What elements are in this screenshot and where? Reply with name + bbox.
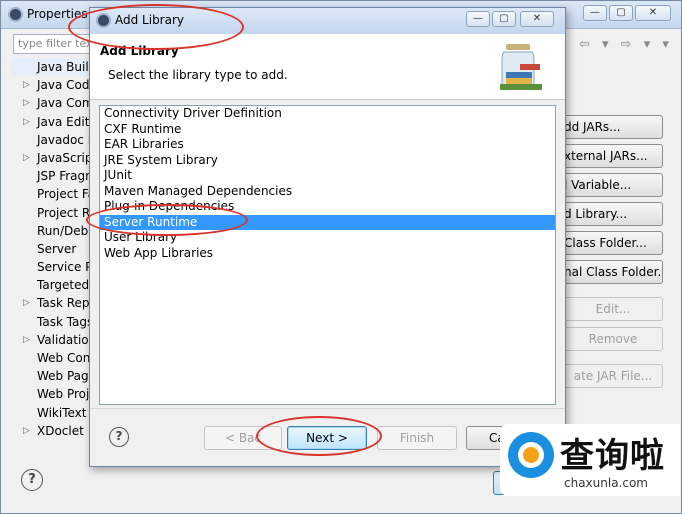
tree-item[interactable]: ▷ XDoclet	[11, 422, 91, 440]
expand-arrow-icon[interactable]: ▷	[23, 76, 30, 94]
tree-item-label: XDoclet	[37, 423, 84, 438]
library-jar-icon	[500, 44, 542, 90]
side-button[interactable]: l Variable...	[563, 173, 663, 197]
dialog-help-icon[interactable]: ?	[109, 427, 129, 447]
tree-item-label: JSP Fragm	[37, 169, 91, 184]
annotation-ring-title	[68, 4, 244, 50]
library-list-item[interactable]: CXF Runtime	[100, 122, 555, 138]
tree-item-label: WikiText	[37, 405, 87, 420]
tree-item-label: Service Po	[37, 260, 91, 275]
library-list-item[interactable]: JRE System Library	[100, 153, 555, 169]
side-button[interactable]: xternal JARs...	[563, 144, 663, 168]
library-list-item[interactable]: EAR Libraries	[100, 137, 555, 153]
tree-item-label: Java Code	[37, 78, 91, 93]
side-button[interactable]: Edit...	[563, 297, 663, 321]
properties-tree: Java Build ▷ Java Code ▷ Java Comp ▷ Java Edit…	[11, 58, 91, 440]
tree-item[interactable]: Java Build	[11, 58, 91, 77]
tree-item-label: Web Page	[37, 369, 91, 384]
expand-arrow-icon[interactable]: ▷	[23, 294, 30, 312]
tree-item[interactable]: Web Proje	[11, 385, 91, 403]
tree-item-label: Server	[37, 241, 77, 256]
maximize-icon[interactable]: ▢	[609, 5, 633, 21]
header-subtitle: Select the library type to add.	[108, 68, 288, 82]
nav-history-icons[interactable]: ⇦ ▾ ⇨ ▾ ▾	[579, 37, 673, 52]
tree-item[interactable]: JSP Fragm	[11, 167, 91, 185]
expand-arrow-icon[interactable]: ▷	[23, 331, 30, 349]
tree-item[interactable]: ▷ Validation	[11, 331, 91, 349]
library-list-item[interactable]: Maven Managed Dependencies	[100, 184, 555, 200]
tree-item[interactable]: Task Tags	[11, 313, 91, 331]
watermark: 查询啦 chaxunla.com	[500, 424, 680, 496]
tree-item[interactable]: ▷ Java Comp	[11, 94, 91, 112]
tree-item-label: Java Editor	[37, 114, 91, 129]
tree-item[interactable]: Targeted	[11, 276, 91, 294]
tree-item[interactable]: WikiText	[11, 404, 91, 422]
tree-item-label: Java Comp	[37, 96, 91, 111]
tree-item-label: Validation	[37, 332, 91, 347]
tree-item-label: Java Build	[37, 60, 91, 74]
expand-arrow-icon[interactable]: ▷	[23, 422, 30, 440]
expand-arrow-icon[interactable]: ▷	[23, 149, 30, 167]
tree-item[interactable]: Service Po	[11, 258, 91, 276]
library-type-list[interactable]: Connectivity Driver Definition CXF Runtim…	[99, 105, 556, 405]
dialog-close-icon[interactable]: ✕	[520, 11, 554, 27]
side-button[interactable]: Class Folder...	[563, 231, 663, 255]
tree-item-label: Project Re	[37, 205, 91, 220]
help-icon[interactable]: ?	[21, 469, 43, 491]
expand-arrow-icon[interactable]: ▷	[23, 113, 30, 131]
tree-item[interactable]: Javadoc Lo	[11, 131, 91, 149]
minimize-icon[interactable]: —	[583, 5, 607, 21]
tree-item-label: Web Cont	[37, 351, 91, 365]
tree-item[interactable]: ▷ JavaScript	[11, 149, 91, 167]
finish-button[interactable]: Finish	[377, 426, 457, 450]
dialog-maximize-icon[interactable]: ▢	[492, 11, 516, 27]
tree-item[interactable]: Project Fa	[11, 185, 91, 203]
library-list-item[interactable]: Web App Libraries	[100, 246, 555, 262]
add-library-dialog: Add Library — ▢ ✕ Add Library Select the…	[89, 7, 566, 467]
side-button[interactable]: ate JAR File...	[563, 364, 663, 388]
tree-item-label: Run/Debu	[37, 223, 91, 238]
tree-item-label: JavaScript	[37, 150, 91, 165]
tree-item-label: Targeted	[37, 278, 90, 293]
watermark-url: chaxunla.com	[564, 476, 648, 490]
library-list-item[interactable]: JUnit	[100, 168, 555, 184]
side-button[interactable]: dd JARs...	[563, 115, 663, 139]
side-button[interactable]: d Library...	[563, 202, 663, 226]
side-button[interactable]: nal Class Folder...	[563, 260, 663, 284]
tree-item[interactable]: Web Page	[11, 367, 91, 385]
tree-item[interactable]: Server	[11, 240, 91, 258]
watermark-logo-dot	[523, 447, 539, 463]
tree-item-label: Task Tags	[37, 314, 91, 329]
tree-item-label: Project Fa	[37, 187, 91, 202]
tree-item[interactable]: ▷ Task Repo	[11, 294, 91, 312]
tree-item[interactable]: Project Re	[11, 204, 91, 222]
tree-item[interactable]: Web Cont	[11, 349, 91, 367]
library-list-item[interactable]: Connectivity Driver Definition	[100, 106, 555, 122]
tree-item[interactable]: Run/Debu	[11, 222, 91, 240]
annotation-ring-next	[256, 416, 382, 456]
tree-item-label: Javadoc Lo	[37, 132, 91, 147]
watermark-text: 查询啦	[560, 436, 665, 476]
annotation-ring-server-runtime	[86, 204, 248, 236]
eclipse-icon	[8, 7, 23, 22]
tree-item[interactable]: ▷ Java Code	[11, 76, 91, 94]
dialog-minimize-icon[interactable]: —	[466, 11, 490, 27]
close-icon[interactable]: ✕	[635, 5, 671, 21]
side-button[interactable]: Remove	[563, 327, 663, 351]
expand-arrow-icon[interactable]: ▷	[23, 94, 30, 112]
tree-item[interactable]: ▷ Java Editor	[11, 113, 91, 131]
tree-item-label: Web Proje	[37, 387, 91, 402]
tree-item-label: Task Repo	[37, 296, 91, 311]
